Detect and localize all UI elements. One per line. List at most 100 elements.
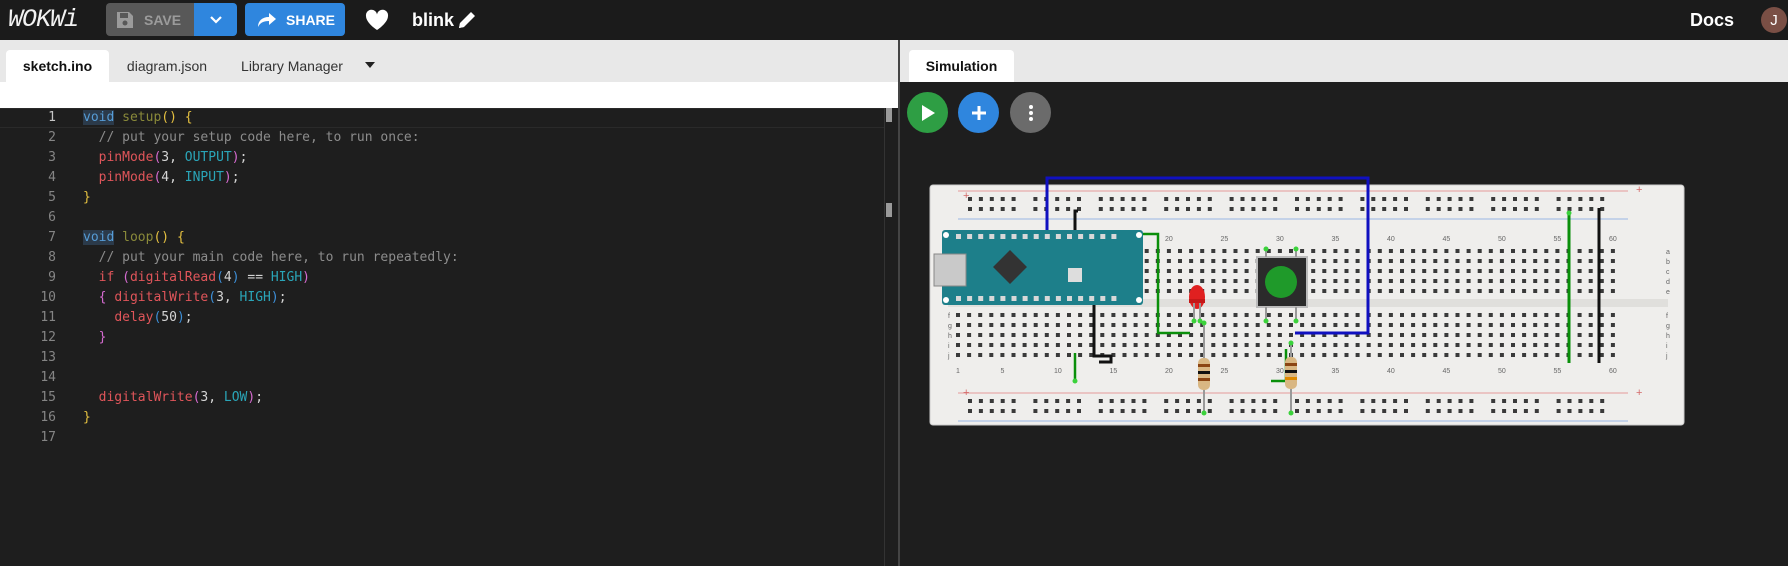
code-line: 11 delay(50); — [0, 308, 880, 328]
breadboard-row-letter: a — [1666, 249, 1670, 256]
code-line: 1 void setup() { — [0, 108, 884, 128]
code-line-text: } — [83, 410, 91, 425]
breadboard-column-number: 1 — [956, 368, 960, 375]
breadboard-row-letter: h — [1666, 333, 1670, 340]
tabs-menu-caret-icon[interactable] — [365, 62, 375, 68]
share-arrow-icon — [258, 12, 276, 27]
line-number: 2 — [48, 130, 56, 145]
arduino-nano[interactable] — [933, 230, 1143, 305]
line-number: 9 — [48, 270, 56, 285]
breadboard-row-letter: g — [1666, 323, 1670, 330]
editor-scrollbar[interactable] — [884, 108, 898, 566]
breadboard-column-number: 20 — [1165, 368, 1173, 375]
floppy-icon — [117, 11, 133, 28]
code-editor[interactable]: 1 void setup() { 2 // put your setup cod… — [0, 108, 898, 566]
breadboard-column-number: 55 — [1554, 368, 1562, 375]
tab-sketch-ino[interactable]: sketch.ino — [6, 50, 109, 82]
code-line: 6 — [0, 208, 880, 228]
code-line-text: digitalWrite(3, LOW); — [98, 390, 264, 405]
breadboard-column-number: 30 — [1276, 368, 1284, 375]
code-line-text: } — [83, 190, 91, 205]
breadboard-column-number: 55 — [1554, 236, 1562, 243]
line-number: 16 — [40, 410, 56, 425]
line-number: 15 — [40, 390, 56, 405]
code-line: 10 { digitalWrite(3, HIGH); — [0, 288, 880, 308]
save-options-button[interactable] — [194, 3, 237, 36]
line-number: 6 — [48, 210, 56, 225]
scrollbar-marker — [886, 203, 892, 217]
breadboard-column-number: 40 — [1387, 236, 1395, 243]
code-line: 13 — [0, 348, 880, 368]
code-line-text: // put your setup code here, to run once… — [98, 130, 420, 145]
code-line: 15 digitalWrite(3, LOW); — [0, 388, 880, 408]
code-line-text: void loop() { — [83, 230, 185, 245]
breadboard-column-number: 25 — [1221, 236, 1229, 243]
code-line: 2 // put your setup code here, to run on… — [0, 128, 880, 148]
code-line: 3 pinMode(3, OUTPUT); — [0, 148, 880, 168]
code-line-text: } — [98, 330, 107, 345]
wokwi-logo[interactable]: WOKWi — [8, 5, 79, 34]
code-line: 17 — [0, 428, 880, 448]
code-line: 8 // put your main code here, to run rep… — [0, 248, 880, 268]
usb-connector — [933, 253, 967, 287]
line-number: 4 — [48, 170, 56, 185]
line-number: 5 — [48, 190, 56, 205]
breadboard-column-number: 60 — [1609, 368, 1617, 375]
breadboard-column-number: 15 — [1110, 368, 1118, 375]
tab-simulation[interactable]: Simulation — [909, 50, 1014, 82]
docs-link[interactable]: Docs — [1690, 10, 1734, 31]
breadboard-row-letter: j — [1665, 353, 1668, 360]
code-line-text: pinMode(3, OUTPUT); — [98, 150, 248, 165]
breadboard-column-number: 35 — [1332, 236, 1340, 243]
tab-diagram-json[interactable]: diagram.json — [118, 50, 216, 82]
add-part-button[interactable] — [958, 92, 999, 133]
breadboard-row-letter: f — [1666, 313, 1668, 320]
breadboard-column-number: 50 — [1498, 368, 1506, 375]
breadboard-column-number: 30 — [1276, 236, 1284, 243]
breadboard-row-letter: c — [1666, 269, 1670, 276]
play-icon — [921, 104, 935, 121]
save-button[interactable]: SAVE — [106, 3, 194, 36]
project-name[interactable]: blink — [412, 10, 454, 31]
code-line-text: // put your main code here, to run repea… — [98, 250, 459, 265]
line-number: 8 — [48, 250, 56, 265]
start-simulation-button[interactable] — [907, 92, 948, 133]
breadboard-row-letter: b — [1666, 259, 1670, 266]
breadboard-row-letter: j — [947, 353, 950, 360]
plus-icon — [971, 105, 986, 120]
heart-icon[interactable] — [364, 8, 390, 32]
line-number: 3 — [48, 150, 56, 165]
code-line: 12 } — [0, 328, 880, 348]
code-line: 16 } — [0, 408, 880, 428]
pencil-icon[interactable] — [456, 9, 478, 31]
editor-tab-bar: sketch.ino diagram.json Library Manager — [0, 40, 898, 82]
crystal — [1068, 268, 1082, 282]
rail-plus-sign: + — [1636, 184, 1642, 196]
breadboard-circuit[interactable]: + + + + 11551010151520202525303035354040… — [928, 173, 1686, 431]
breadboard-row-letter: h — [948, 333, 952, 340]
share-button[interactable]: SHARE — [245, 3, 345, 36]
editor-header-strip — [0, 82, 898, 108]
code-line: 14 — [0, 368, 880, 388]
breadboard-column-number: 35 — [1332, 368, 1340, 375]
code-line: 9 if (digitalRead(4) == HIGH) — [0, 268, 880, 288]
more-options-button[interactable] — [1010, 92, 1051, 133]
breadboard-column-number: 60 — [1609, 236, 1617, 243]
tab-library-manager[interactable]: Library Manager — [232, 50, 352, 82]
line-number: 12 — [40, 330, 56, 345]
top-bar: WOKWi SAVE SHARE blink Docs J — [0, 0, 1788, 40]
code-line: 5 } — [0, 188, 880, 208]
save-label: SAVE — [144, 11, 182, 28]
code-line-text: if (digitalRead(4) == HIGH) — [98, 270, 310, 285]
code-line-text: { digitalWrite(3, HIGH); — [98, 290, 287, 305]
avatar[interactable]: J — [1761, 7, 1787, 33]
line-number: 13 — [40, 350, 56, 365]
code-line-text: delay(50); — [114, 310, 193, 325]
line-number: 7 — [48, 230, 56, 245]
breadboard-column-number: 25 — [1221, 368, 1229, 375]
line-number: 1 — [48, 110, 56, 125]
line-number: 10 — [40, 290, 56, 305]
breadboard-row-letter: e — [1666, 289, 1670, 296]
breadboard-row-letter: d — [1666, 279, 1670, 286]
share-label: SHARE — [286, 11, 336, 28]
